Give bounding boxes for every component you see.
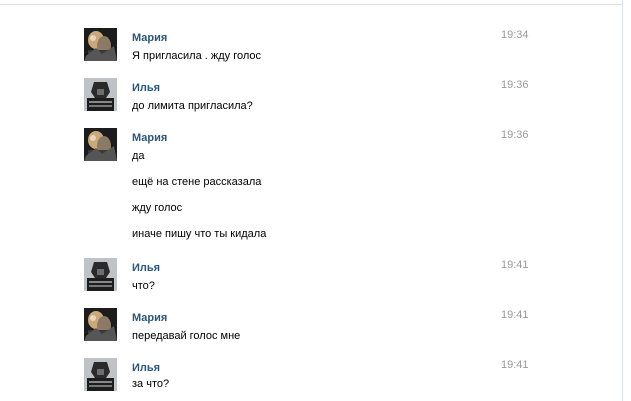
message-text: Я пригласила . жду голос <box>132 50 262 62</box>
message-text: иначе пишу что ты кидала <box>132 228 267 240</box>
message-time: 19:34 <box>501 29 529 41</box>
message-author[interactable]: Илья <box>132 82 160 94</box>
message-time: 19:36 <box>501 79 529 91</box>
message-text: передавай голос мне <box>132 330 241 342</box>
message-author[interactable]: Мария <box>132 132 167 144</box>
avatar-maria[interactable] <box>84 28 117 61</box>
right-divider <box>622 0 623 401</box>
message-text: жду голос <box>132 202 183 214</box>
dialog-window: Мария 19:34 Я пригласила . жду голос Иль… <box>0 0 631 401</box>
message-author[interactable]: Илья <box>132 262 160 274</box>
message-time: 19:41 <box>501 259 529 271</box>
avatar-ilya[interactable] <box>84 358 117 391</box>
message-text: что? <box>132 280 155 292</box>
message-author[interactable]: Мария <box>132 312 167 324</box>
avatar-maria[interactable] <box>84 128 117 161</box>
avatar-ilya[interactable] <box>84 258 117 291</box>
message-time: 19:41 <box>501 309 529 321</box>
message-author[interactable]: Мария <box>132 32 167 44</box>
message-text: да <box>132 150 145 162</box>
avatar-ilya[interactable] <box>84 78 117 111</box>
message-text: до лимита пригласила? <box>132 100 253 112</box>
avatar-maria[interactable] <box>84 308 117 341</box>
message-text: ещё на стене рассказала <box>132 176 262 188</box>
top-divider <box>0 0 623 5</box>
message-time: 19:41 <box>501 359 529 371</box>
message-author[interactable]: Илья <box>132 362 160 374</box>
message-time: 19:36 <box>501 129 529 141</box>
message-text: за что? <box>132 378 170 390</box>
